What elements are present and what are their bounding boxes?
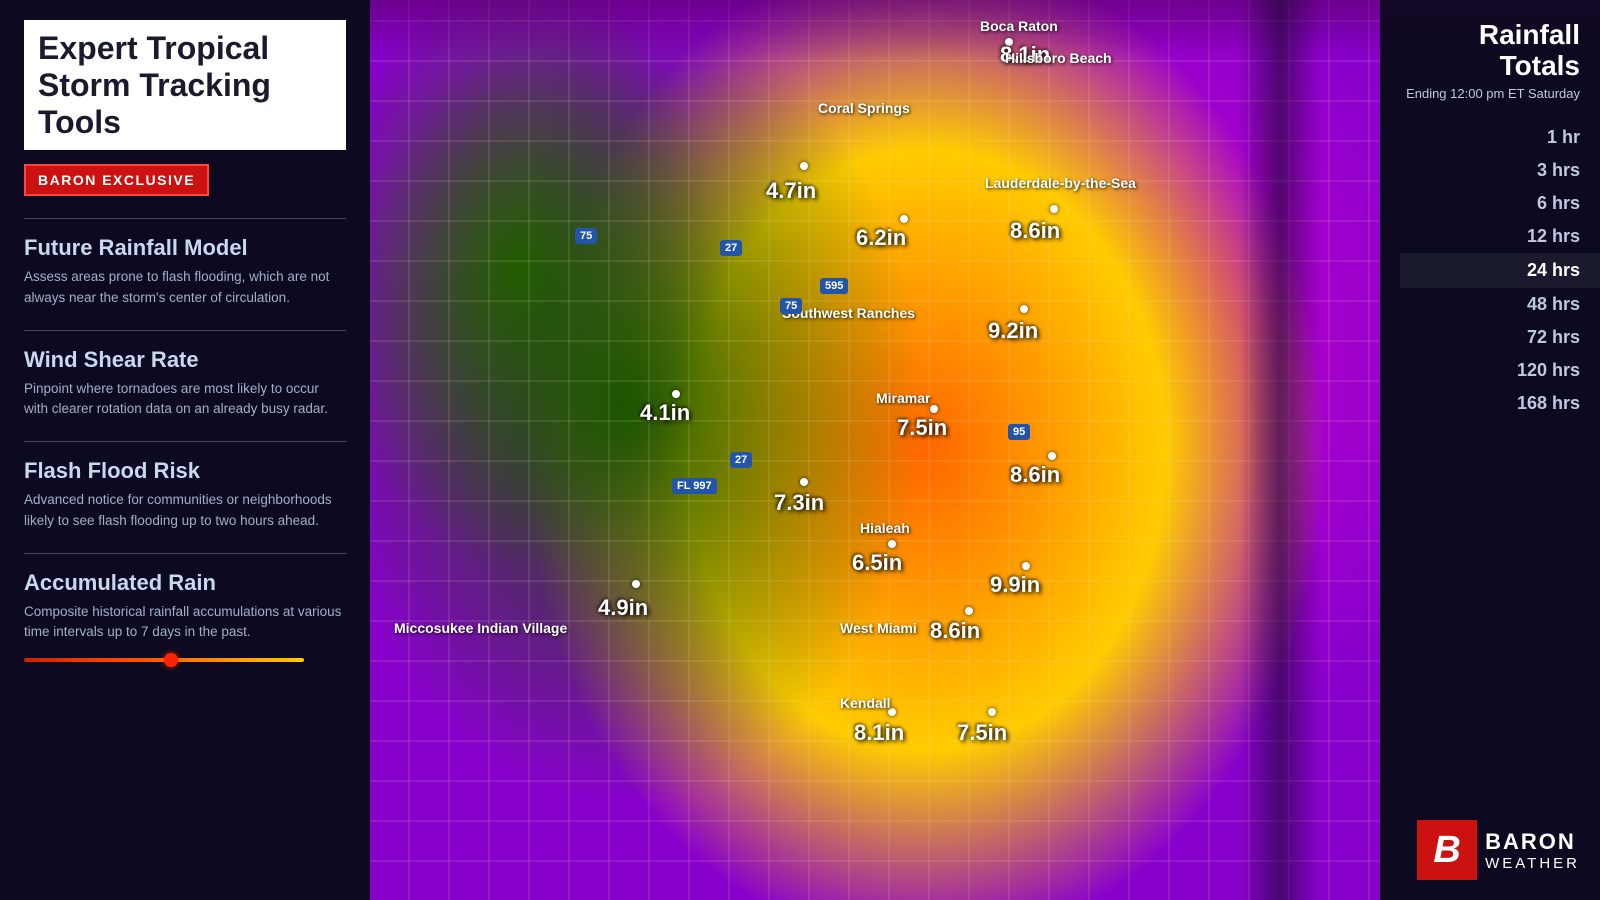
slider-area	[24, 658, 346, 662]
feature-title-3: Accumulated Rain	[24, 570, 346, 596]
feature-title-2: Flash Flood Risk	[24, 458, 346, 484]
baron-name: BARON	[1485, 829, 1580, 855]
feature-title-1: Wind Shear Rate	[24, 347, 346, 373]
time-option-1hr[interactable]: 1 hr	[1400, 121, 1580, 154]
right-panel: Rainfall Totals Ending 12:00 pm ET Satur…	[1380, 0, 1600, 900]
slider-track[interactable]	[24, 658, 304, 662]
feature-future-rainfall: Future Rainfall Model Assess areas prone…	[24, 218, 346, 308]
baron-weather: WEATHER	[1485, 855, 1580, 872]
feature-desc-1: Pinpoint where tornadoes are most likely…	[24, 379, 346, 420]
feature-flash-flood: Flash Flood Risk Advanced notice for com…	[24, 441, 346, 531]
time-option-72hr[interactable]: 72 hrs	[1400, 321, 1580, 354]
rainfall-title: Rainfall Totals	[1400, 20, 1580, 82]
coastal-band	[1240, 0, 1320, 900]
baron-text-block: BARON WEATHER	[1485, 829, 1580, 872]
time-option-12hr[interactable]: 12 hrs	[1400, 220, 1580, 253]
baron-b-icon: B	[1417, 820, 1477, 880]
time-option-48hr[interactable]: 48 hrs	[1400, 288, 1580, 321]
map-roads	[370, 0, 1380, 900]
feature-desc-0: Assess areas prone to flash flooding, wh…	[24, 267, 346, 308]
time-option-24hr[interactable]: 24 hrs	[1400, 253, 1600, 288]
page-title: Expert Tropical Storm Tracking Tools	[24, 20, 346, 150]
baron-exclusive-badge: BARON EXCLUSIVE	[24, 164, 209, 196]
feature-desc-3: Composite historical rainfall accumulati…	[24, 602, 346, 643]
feature-wind-shear: Wind Shear Rate Pinpoint where tornadoes…	[24, 330, 346, 420]
feature-desc-2: Advanced notice for communities or neigh…	[24, 490, 346, 531]
time-option-168hr[interactable]: 168 hrs	[1400, 387, 1580, 420]
slider-thumb[interactable]	[164, 653, 178, 667]
left-panel: Expert Tropical Storm Tracking Tools BAR…	[0, 0, 370, 900]
time-option-6hr[interactable]: 6 hrs	[1400, 187, 1580, 220]
time-option-120hr[interactable]: 120 hrs	[1400, 354, 1580, 387]
baron-logo: B BARON WEATHER	[1417, 820, 1580, 880]
feature-accumulated-rain: Accumulated Rain Composite historical ra…	[24, 553, 346, 663]
time-option-3hr[interactable]: 3 hrs	[1400, 154, 1580, 187]
feature-title-0: Future Rainfall Model	[24, 235, 346, 261]
rainfall-subtitle: Ending 12:00 pm ET Saturday	[1400, 86, 1580, 101]
